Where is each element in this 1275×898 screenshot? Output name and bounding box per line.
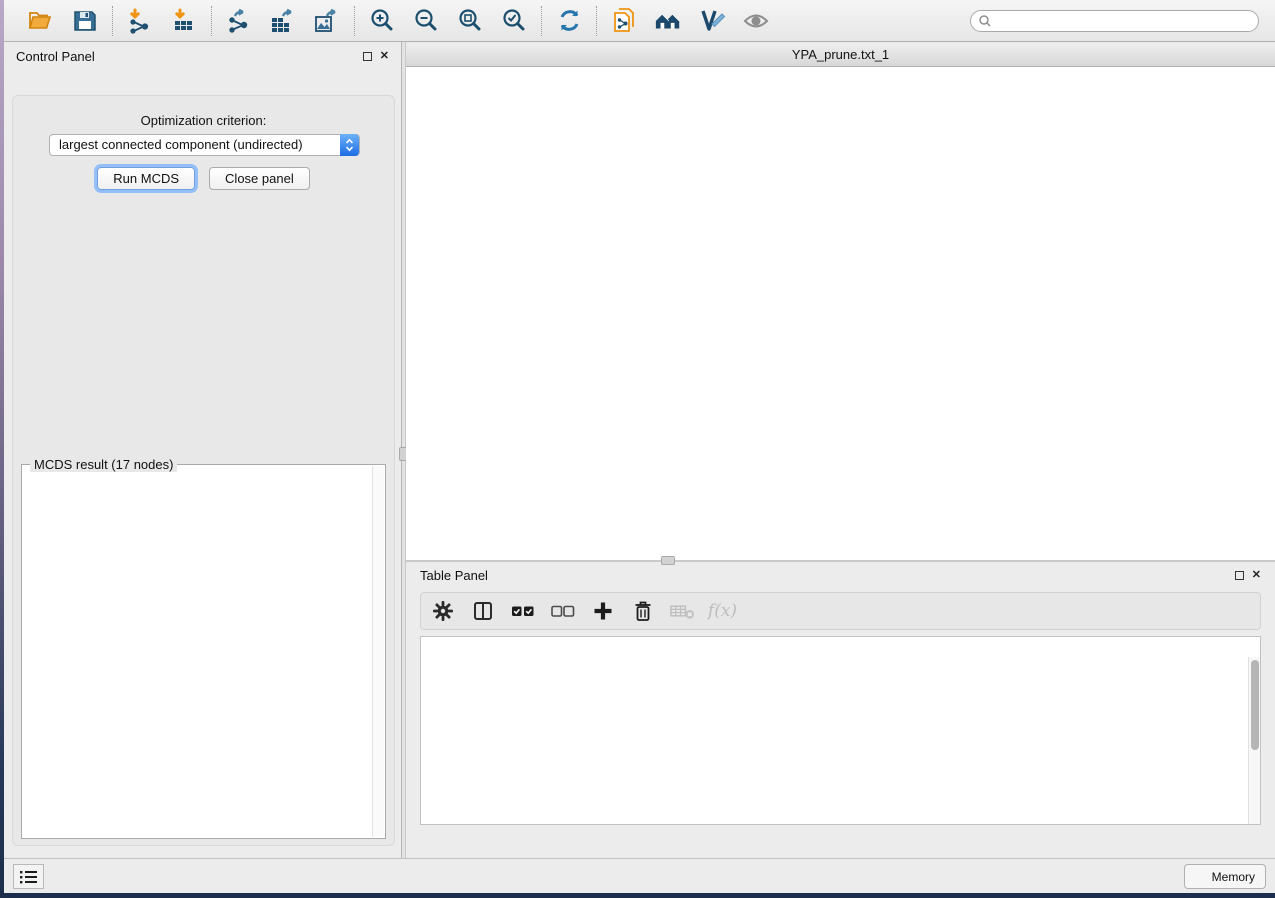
refresh-icon[interactable] — [555, 7, 583, 35]
search-box — [970, 10, 1259, 32]
node-table — [420, 636, 1261, 825]
optimization-criterion-value: largest connected component (undirected) — [59, 137, 303, 152]
mcds-list-scrollbar[interactable] — [372, 466, 384, 837]
share-document-icon[interactable] — [610, 7, 638, 35]
mcds-result-group: MCDS result (17 nodes) — [21, 464, 386, 839]
control-panel: Control Panel ✕ Optimization criterion: … — [4, 42, 401, 858]
settings-icon[interactable] — [429, 598, 456, 625]
list-icon — [20, 870, 38, 884]
function-builder-icon: f(x) — [709, 598, 736, 625]
main-toolbar — [4, 0, 1275, 42]
table-panel: Table Panel ✕ — [406, 560, 1275, 858]
save-icon[interactable] — [71, 7, 99, 35]
search-input[interactable] — [970, 10, 1259, 32]
deselect-all-icon[interactable] — [549, 598, 576, 625]
show-hide-eye-icon[interactable] — [742, 7, 770, 35]
minimize-window-icon[interactable] — [435, 49, 448, 62]
control-panel-title: Control Panel — [16, 49, 95, 64]
home-icon[interactable] — [654, 7, 682, 35]
export-image-icon[interactable] — [313, 7, 341, 35]
network-graph[interactable] — [406, 67, 1275, 558]
close-panel-icon[interactable]: ✕ — [1252, 570, 1261, 581]
zoom-fit-icon[interactable] — [456, 7, 484, 35]
memory-label: Memory — [1212, 870, 1255, 884]
network-canvas[interactable] — [406, 67, 1275, 560]
network-window-titlebar[interactable]: YPA_prune.txt_1 — [406, 42, 1275, 67]
float-window-icon[interactable] — [363, 52, 372, 61]
run-mcds-button[interactable]: Run MCDS — [97, 167, 195, 190]
show-columns-icon[interactable] — [469, 598, 496, 625]
visual-style-icon[interactable] — [698, 7, 726, 35]
memory-status-icon — [1195, 871, 1206, 882]
network-window-title: YPA_prune.txt_1 — [792, 47, 889, 62]
mcds-tab-content: Optimization criterion: largest connecte… — [12, 95, 395, 846]
close-panel-icon[interactable]: ✕ — [380, 51, 389, 62]
application-window: Control Panel ✕ Optimization criterion: … — [4, 0, 1275, 893]
memory-button[interactable]: Memory — [1184, 864, 1266, 889]
network-view-window: YPA_prune.txt_1 — [406, 42, 1275, 560]
optimization-criterion-select[interactable]: largest connected component (undirected) — [49, 134, 360, 156]
delete-table-icon — [669, 598, 696, 625]
close-window-icon[interactable] — [414, 49, 427, 62]
scrollbar-thumb[interactable] — [1251, 660, 1259, 750]
table-scrollbar[interactable] — [1248, 657, 1260, 824]
open-file-icon[interactable] — [27, 7, 55, 35]
zoom-out-icon[interactable] — [412, 7, 440, 35]
panel-menu-button[interactable] — [13, 864, 44, 889]
import-network-icon[interactable] — [126, 7, 154, 35]
close-panel-button[interactable]: Close panel — [209, 167, 310, 190]
select-all-icon[interactable] — [509, 598, 536, 625]
delete-row-icon[interactable] — [629, 598, 656, 625]
maximize-window-icon[interactable] — [456, 49, 469, 62]
add-row-icon[interactable] — [589, 598, 616, 625]
zoom-in-icon[interactable] — [368, 7, 396, 35]
table-panel-title: Table Panel — [420, 568, 488, 583]
fx-label: f(x) — [708, 601, 737, 621]
window-traffic-lights — [414, 49, 469, 62]
import-table-icon[interactable] — [170, 7, 198, 35]
float-window-icon[interactable] — [1235, 571, 1244, 580]
optimization-criterion-label: Optimization criterion: — [13, 113, 394, 128]
search-icon — [978, 14, 992, 33]
export-network-icon[interactable] — [225, 7, 253, 35]
export-table-icon[interactable] — [269, 7, 297, 35]
zoom-selected-icon[interactable] — [500, 7, 528, 35]
select-stepper-icon — [340, 134, 359, 156]
status-bar: Memory — [4, 858, 1275, 893]
mcds-result-list[interactable] — [26, 469, 371, 834]
table-toolbar: f(x) — [420, 592, 1261, 630]
splitter-handle[interactable] — [661, 556, 675, 565]
